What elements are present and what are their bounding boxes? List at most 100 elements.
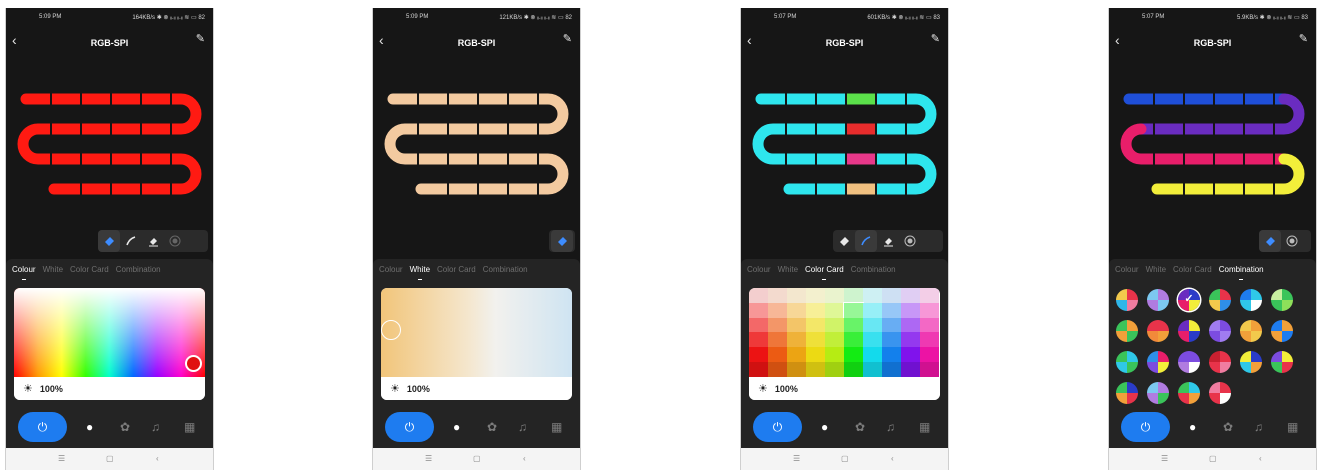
color-swatch[interactable] xyxy=(844,288,863,303)
combination-preset[interactable] xyxy=(1147,382,1169,404)
color-swatch[interactable] xyxy=(787,302,806,318)
color-swatch[interactable] xyxy=(825,347,844,362)
color-swatch[interactable] xyxy=(863,332,882,348)
tab-white[interactable]: White xyxy=(43,265,63,274)
combination-preset[interactable] xyxy=(1116,320,1138,342)
back-icon[interactable]: ‹ xyxy=(523,454,526,463)
color-swatch[interactable] xyxy=(787,317,806,333)
fill-bucket-icon[interactable] xyxy=(551,230,573,252)
grid-icon[interactable]: ▦ xyxy=(184,420,195,434)
picker-handle[interactable] xyxy=(381,320,401,340)
color-swatch[interactable] xyxy=(863,288,882,303)
combination-preset[interactable] xyxy=(1116,289,1138,311)
edit-button[interactable]: ✎ xyxy=(196,34,205,45)
color-swatch[interactable] xyxy=(825,288,844,303)
eraser-icon[interactable] xyxy=(142,230,164,252)
color-swatch[interactable] xyxy=(901,317,920,333)
color-card-grid[interactable] xyxy=(749,288,939,377)
back-icon[interactable]: ‹ xyxy=(891,454,894,463)
color-swatch[interactable] xyxy=(768,317,787,333)
brightness-slider[interactable]: ☀ 100% xyxy=(14,377,205,400)
menu-icon[interactable]: ☰ xyxy=(793,454,800,463)
color-swatch[interactable] xyxy=(901,361,920,377)
combination-preset[interactable] xyxy=(1240,351,1262,373)
music-icon[interactable]: ♫ xyxy=(518,420,527,434)
color-swatch[interactable] xyxy=(787,347,806,362)
combination-preset[interactable] xyxy=(1178,382,1200,404)
menu-icon[interactable]: ☰ xyxy=(58,454,65,463)
color-picker-icon[interactable] xyxy=(164,230,186,252)
color-swatch[interactable] xyxy=(787,361,806,377)
bulb-icon[interactable]: ● xyxy=(1189,420,1196,434)
brush-icon[interactable] xyxy=(855,230,877,252)
color-swatch[interactable] xyxy=(768,347,787,362)
color-swatch[interactable] xyxy=(901,302,920,318)
brush-icon[interactable] xyxy=(120,230,142,252)
bulb-icon[interactable]: ● xyxy=(86,420,93,434)
back-icon[interactable]: ‹ xyxy=(1259,454,1262,463)
combination-preset[interactable] xyxy=(1240,289,1262,311)
fill-bucket-icon[interactable] xyxy=(1259,230,1281,252)
color-swatch[interactable] xyxy=(768,302,787,318)
palette-icon[interactable]: ✿ xyxy=(487,420,497,434)
home-icon[interactable]: ▢ xyxy=(106,454,114,463)
color-swatch[interactable] xyxy=(882,288,901,303)
tab-combination[interactable]: Combination xyxy=(116,265,161,274)
color-swatch[interactable] xyxy=(806,302,825,318)
color-swatch[interactable] xyxy=(901,332,920,348)
color-swatch[interactable] xyxy=(920,317,939,333)
color-swatch[interactable] xyxy=(749,288,768,303)
color-swatch[interactable] xyxy=(749,302,768,318)
color-swatch[interactable] xyxy=(844,317,863,333)
combination-preset[interactable] xyxy=(1116,382,1138,404)
combination-preset[interactable] xyxy=(1209,382,1231,404)
color-swatch[interactable] xyxy=(920,332,939,348)
color-swatch[interactable] xyxy=(787,332,806,348)
color-swatch[interactable] xyxy=(901,288,920,303)
grid-icon[interactable]: ▦ xyxy=(551,420,562,434)
tab-colour[interactable]: Colour xyxy=(379,265,403,274)
brightness-slider[interactable]: ☀ 100% xyxy=(749,377,940,400)
color-swatch[interactable] xyxy=(825,302,844,318)
color-swatch[interactable] xyxy=(806,288,825,303)
combination-preset[interactable] xyxy=(1147,351,1169,373)
tab-white[interactable]: White xyxy=(778,265,798,274)
color-swatch[interactable] xyxy=(882,332,901,348)
color-swatch[interactable] xyxy=(749,361,768,377)
tab-combination[interactable]: Combination xyxy=(483,265,528,274)
color-swatch[interactable] xyxy=(882,361,901,377)
color-picker-icon[interactable] xyxy=(899,230,921,252)
color-swatch[interactable] xyxy=(920,361,939,377)
home-icon[interactable]: ▢ xyxy=(1209,454,1217,463)
fill-bucket-icon[interactable] xyxy=(833,230,855,252)
color-swatch[interactable] xyxy=(844,347,863,362)
combination-preset[interactable] xyxy=(1178,351,1200,373)
palette-icon[interactable]: ✿ xyxy=(855,420,865,434)
color-swatch[interactable] xyxy=(825,332,844,348)
color-swatch[interactable] xyxy=(863,302,882,318)
color-swatch[interactable] xyxy=(882,302,901,318)
color-swatch[interactable] xyxy=(843,301,864,319)
color-swatch[interactable] xyxy=(825,361,844,377)
music-icon[interactable]: ♫ xyxy=(1254,420,1263,434)
home-icon[interactable]: ▢ xyxy=(473,454,481,463)
home-icon[interactable]: ▢ xyxy=(841,454,849,463)
power-button[interactable]: ⏻ xyxy=(1121,412,1170,442)
color-swatch[interactable] xyxy=(882,317,901,333)
color-swatch[interactable] xyxy=(749,347,768,362)
tab-color-card[interactable]: Color Card xyxy=(437,265,476,274)
edit-button[interactable]: ✎ xyxy=(1299,34,1308,45)
back-icon[interactable]: ‹ xyxy=(156,454,159,463)
tab-combination[interactable]: Combination xyxy=(1219,265,1264,280)
tab-colour[interactable]: Colour xyxy=(12,265,36,280)
color-swatch[interactable] xyxy=(844,332,863,348)
combination-preset[interactable] xyxy=(1209,289,1231,311)
bulb-icon[interactable]: ● xyxy=(453,420,460,434)
tab-colour[interactable]: Colour xyxy=(747,265,771,274)
power-button[interactable]: ⏻ xyxy=(753,412,802,442)
palette-icon[interactable]: ✿ xyxy=(1223,420,1233,434)
music-icon[interactable]: ♫ xyxy=(886,420,895,434)
color-swatch[interactable] xyxy=(806,361,825,377)
color-swatch[interactable] xyxy=(768,361,787,377)
hue-saturation-picker[interactable] xyxy=(14,288,205,377)
